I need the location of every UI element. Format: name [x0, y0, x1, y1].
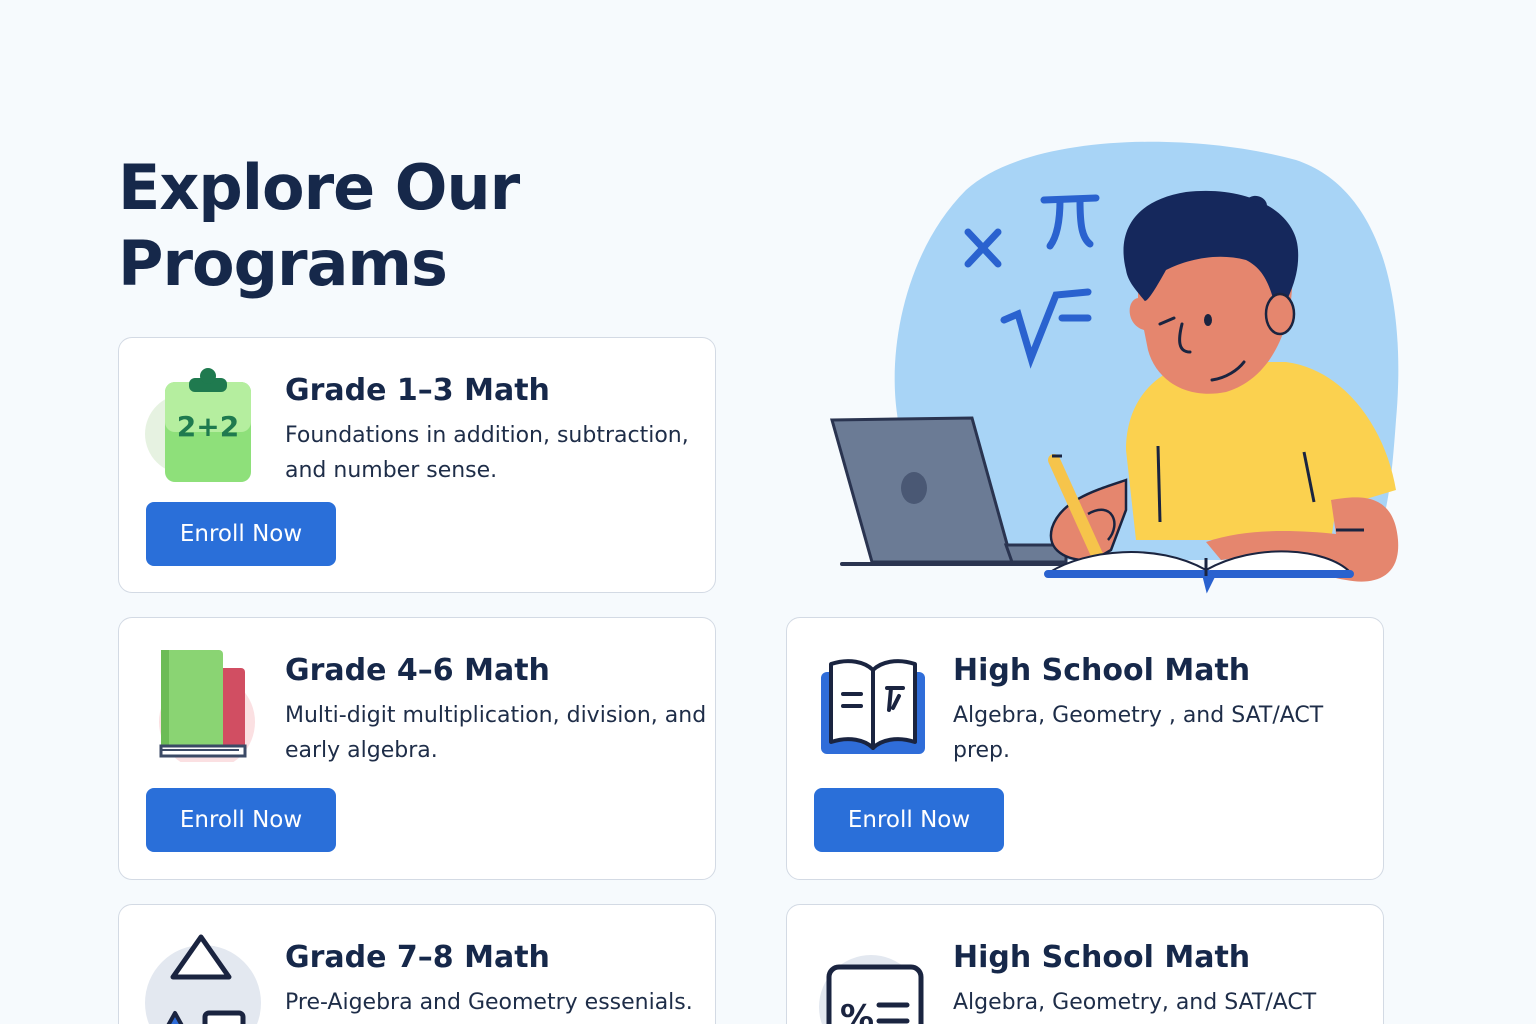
enroll-now-button[interactable]: Enroll Now	[146, 788, 336, 852]
clipboard-icon-text: 2+2	[177, 410, 239, 443]
card-description: Algebra, Geometry , and SAT/ACT prep.	[953, 703, 1324, 763]
program-card-high-school-2: % High School Math Algebra, Geometry, an…	[786, 904, 1384, 1024]
open-book-icon	[813, 644, 931, 762]
program-card-high-school: High School Math Algebra, Geometry , and…	[786, 617, 1384, 880]
hero-illustration	[826, 130, 1416, 600]
card-description: Algebra, Geometry, and SAT/ACT	[953, 990, 1317, 1015]
program-card-grade-4-6: Grade 4–6 Math Multi-digit multiplicatio…	[118, 617, 716, 880]
card-description: Foundations in addition, subtraction, an…	[285, 423, 689, 483]
svg-text:%: %	[840, 998, 874, 1024]
page-title: Explore Our Programs	[118, 151, 520, 300]
card-title: Grade 4–6 Math	[285, 653, 550, 688]
program-card-grade-7-8: Grade 7–8 Math Pre-Aigebra and Geometry …	[118, 904, 716, 1024]
calculator-percent-icon: %	[813, 931, 931, 1024]
card-title: High School Math	[953, 940, 1251, 975]
program-card-grade-1-3: 2+2 Grade 1–3 Math Foundations in additi…	[118, 337, 716, 593]
card-title: Grade 7–8 Math	[285, 940, 550, 975]
books-icon	[145, 644, 263, 762]
enroll-now-button[interactable]: Enroll Now	[814, 788, 1004, 852]
enroll-now-button[interactable]: Enroll Now	[146, 502, 336, 566]
shapes-icon	[145, 931, 263, 1024]
clipboard-addition-icon: 2+2	[145, 364, 263, 482]
card-title: High School Math	[953, 653, 1251, 688]
card-title: Grade 1–3 Math	[285, 373, 550, 408]
card-description: Multi-digit multiplication, division, an…	[285, 703, 707, 763]
card-description: Pre-Aigebra and Geometry essenials.	[285, 990, 693, 1015]
